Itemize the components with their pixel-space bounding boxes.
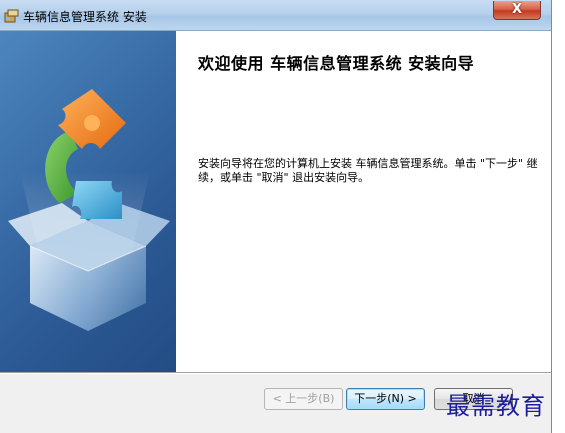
title-bar[interactable]: 车辆信息管理系统 安装 X — [0, 0, 551, 31]
puzzle-box-icon — [8, 89, 170, 331]
welcome-heading: 欢迎使用 车辆信息管理系统 安装向导 — [198, 54, 475, 73]
close-button[interactable]: X — [493, 1, 541, 20]
next-button[interactable]: 下一步(N) > — [346, 388, 425, 410]
footer-divider — [0, 372, 551, 374]
wizard-content: 欢迎使用 车辆信息管理系统 安装向导 安装向导将在您的计算机上安装 车辆信息管理… — [176, 31, 551, 372]
wizard-banner — [0, 31, 176, 372]
watermark-logo: 最需教育 — [446, 392, 546, 420]
window-title: 车辆信息管理系统 安装 — [23, 10, 147, 24]
close-icon: X — [511, 2, 523, 17]
back-button[interactable]: < 上一步(B) — [264, 388, 343, 410]
installer-package-icon — [4, 9, 19, 23]
installer-window: 车辆信息管理系统 安装 X 欢迎使用 车辆信息管理系统 安装向导 安装向导将在您… — [0, 0, 552, 433]
welcome-description: 安装向导将在您的计算机上安装 车辆信息管理系统。单击 "下一步" 继续，或单击 … — [198, 157, 538, 184]
